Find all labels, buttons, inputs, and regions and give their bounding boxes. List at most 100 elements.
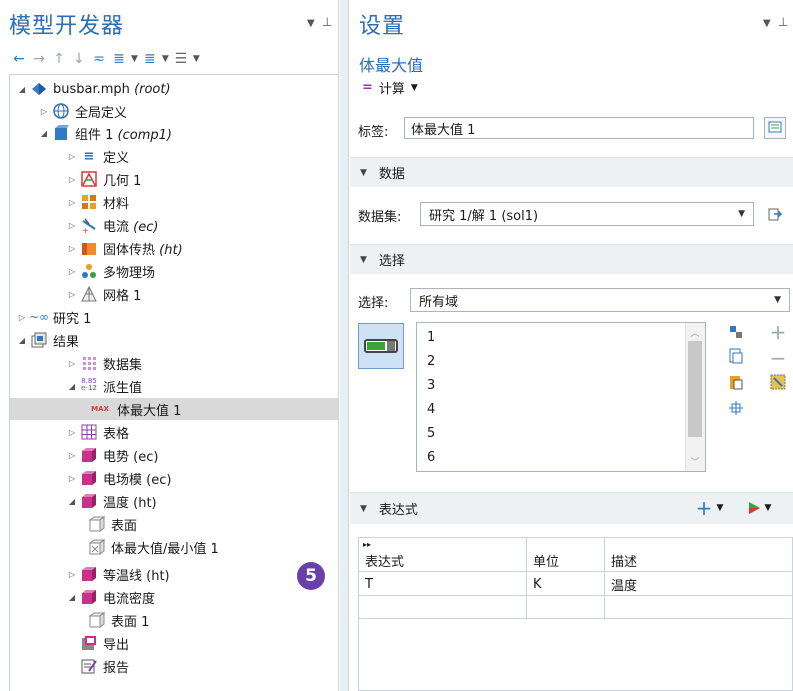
expand-arrow-icon[interactable]: ▷	[16, 313, 28, 322]
tree-node-results[interactable]: ◢ 结果	[10, 329, 338, 351]
clear-selection-icon[interactable]	[768, 372, 788, 392]
tree-node-multiphysics[interactable]: ▷ 多物理场	[10, 260, 338, 282]
tree-node-max-min-volume-1[interactable]: 体最大值/最小值 1	[10, 536, 338, 558]
expression-section-header[interactable]: ▼ 表达式	[350, 492, 793, 524]
expand-arrow-icon[interactable]: ▷	[66, 290, 78, 299]
expand-sections-icon[interactable]: ≣	[109, 49, 129, 69]
expand-arrow-icon[interactable]: ▷	[38, 107, 50, 116]
tree-node-electric-field-norm[interactable]: ▷ 电场模 (ec)	[10, 467, 338, 489]
comment-icon[interactable]	[764, 117, 786, 139]
go-to-source-icon[interactable]	[764, 203, 786, 225]
label-field-input[interactable]: 体最大值 1	[404, 117, 754, 139]
data-section-header[interactable]: ▼ 数据	[350, 157, 793, 187]
unit-cell[interactable]: K	[529, 573, 599, 595]
expand-arrow-icon[interactable]: ▷	[66, 428, 78, 437]
tree-node-definitions[interactable]: ▷ ≡ 定义	[10, 145, 338, 167]
scrollbar-thumb[interactable]	[688, 341, 702, 437]
tree-node-report[interactable]: 报告	[10, 655, 338, 677]
expression-cell[interactable]: T	[361, 573, 521, 595]
expand-arrow-icon[interactable]: ▷	[66, 570, 78, 579]
selection-section-header[interactable]: ▼ 选择	[350, 244, 793, 274]
move-down-icon[interactable]: ↓	[69, 49, 89, 69]
paste-selection-icon[interactable]	[726, 346, 746, 366]
tree-node-derived-values[interactable]: ◢ 8.85 e-12 派生值	[10, 375, 338, 397]
expand-arrow-icon[interactable]: ▷	[66, 359, 78, 368]
collapse-arrow-icon[interactable]: ◢	[66, 382, 78, 391]
clipboard-icon[interactable]	[726, 372, 746, 392]
pin-icon[interactable]: ⊥	[778, 15, 788, 29]
collapse-arrow-icon[interactable]: ◢	[66, 497, 78, 506]
tree-node-component-1[interactable]: ◢ 组件 1 (comp1)	[10, 122, 338, 144]
copy-selection-icon[interactable]	[726, 322, 746, 342]
expand-arrow-icon[interactable]: ▷	[66, 474, 78, 483]
scroll-up-icon[interactable]: ︿	[686, 324, 704, 340]
move-up-icon[interactable]: ↑	[49, 49, 69, 69]
collapse-sections-dropdown-icon[interactable]: ▼	[160, 49, 171, 69]
expand-arrow-icon[interactable]: ▷	[66, 198, 78, 207]
back-arrow-icon[interactable]: ←	[9, 49, 29, 69]
list-item[interactable]: 6	[427, 445, 435, 469]
collapse-arrow-icon[interactable]: ◢	[16, 336, 28, 345]
expand-arrow-icon[interactable]: ▷	[66, 451, 78, 460]
tree-node-isothermal-contours[interactable]: ▷ 等温线 (ht)	[10, 563, 338, 585]
tree-node-surface-1[interactable]: 表面 1	[10, 609, 338, 631]
tree-node-global-definitions[interactable]: ▷ 全局定义	[10, 100, 338, 122]
replace-expression-icon[interactable]	[744, 498, 764, 518]
list-item[interactable]: 4	[427, 397, 435, 421]
expand-arrow-icon[interactable]: ▷	[66, 267, 78, 276]
tree-node-volume-maximum-1[interactable]: MAX 体最大值 1	[10, 398, 338, 420]
column-header-description[interactable]: 描述	[607, 550, 787, 570]
tree-node-materials[interactable]: ▷ 材料	[10, 191, 338, 213]
dataset-select[interactable]: 研究 1/解 1 (sol1) ▼	[420, 202, 754, 226]
add-to-selection-icon[interactable]: +	[768, 320, 788, 344]
expand-arrow-icon[interactable]: ▷	[66, 221, 78, 230]
tree-node-heat-transfer[interactable]: ▷ 固体传热 (ht)	[10, 237, 338, 259]
replace-expression-dropdown-icon[interactable]: ▼	[762, 498, 774, 518]
list-item[interactable]: 5	[427, 421, 435, 445]
panel-splitter[interactable]	[340, 0, 349, 691]
remove-from-selection-icon[interactable]: −	[768, 346, 788, 370]
selection-list[interactable]: 1 2 3 4 5 6 ︿ ﹀	[416, 322, 706, 472]
compute-dropdown-icon[interactable]: ▼	[411, 83, 418, 93]
tree-node-temperature[interactable]: ◢ 温度 (ht)	[10, 490, 338, 512]
tree-node-tables[interactable]: ▷ 表格	[10, 421, 338, 443]
collapse-sections-icon[interactable]: ≣	[140, 49, 160, 69]
selection-select[interactable]: 所有域 ▼	[410, 288, 790, 312]
filter-icon[interactable]: ≂	[89, 49, 109, 69]
expand-arrow-icon[interactable]: ▷	[66, 175, 78, 184]
tree-node-surface[interactable]: 表面	[10, 513, 338, 535]
tree-node-study-1[interactable]: ▷ ~∞ 研究 1	[10, 306, 338, 328]
tree-node-mesh-1[interactable]: ▷ 网格 1	[10, 283, 338, 305]
panel-menu-chevron-icon[interactable]: ▼	[307, 18, 315, 29]
pin-icon[interactable]: ⊥	[322, 15, 332, 29]
add-expression-icon[interactable]: +	[694, 496, 714, 520]
description-cell[interactable]: 温度	[607, 573, 787, 595]
tree-node-datasets[interactable]: ▷ 数据集	[10, 352, 338, 374]
tree-node-current-density[interactable]: ◢ 电流密度	[10, 586, 338, 608]
column-header-expression[interactable]: 表达式	[361, 550, 521, 570]
panel-menu-chevron-icon[interactable]: ▼	[763, 18, 771, 29]
tree-node-root[interactable]: ◢ busbar.mph (root)	[10, 78, 338, 100]
tree-node-geometry-1[interactable]: ▷ 几何 1	[10, 168, 338, 190]
active-selection-toggle[interactable]	[358, 323, 404, 369]
expand-sections-dropdown-icon[interactable]: ▼	[129, 49, 140, 69]
collapse-arrow-icon[interactable]: ◢	[38, 129, 50, 138]
add-expression-dropdown-icon[interactable]: ▼	[714, 498, 726, 518]
zoom-to-selection-icon[interactable]	[726, 398, 746, 418]
expand-arrow-icon[interactable]: ▷	[66, 152, 78, 161]
expand-arrow-icon[interactable]: ▷	[66, 244, 78, 253]
forward-arrow-icon[interactable]: →	[29, 49, 49, 69]
tree-node-electric-currents[interactable]: ▷ + 电流 (ec)	[10, 214, 338, 236]
tree-view-options-icon[interactable]: ☰	[171, 49, 191, 69]
collapse-arrow-icon[interactable]: ◢	[16, 85, 28, 94]
compute-button[interactable]: = 计算 ▼	[362, 78, 418, 97]
collapse-arrow-icon[interactable]: ◢	[66, 593, 78, 602]
list-item[interactable]: 3	[427, 373, 435, 397]
tree-node-export[interactable]: 导出	[10, 632, 338, 654]
list-item[interactable]: 2	[427, 349, 435, 373]
list-item[interactable]: 1	[427, 325, 435, 349]
tree-view-options-dropdown-icon[interactable]: ▼	[191, 49, 202, 69]
tree-node-electric-potential[interactable]: ▷ 电势 (ec)	[10, 444, 338, 466]
column-header-unit[interactable]: 单位	[529, 550, 599, 570]
list-scrollbar[interactable]: ︿ ﹀	[685, 323, 705, 471]
